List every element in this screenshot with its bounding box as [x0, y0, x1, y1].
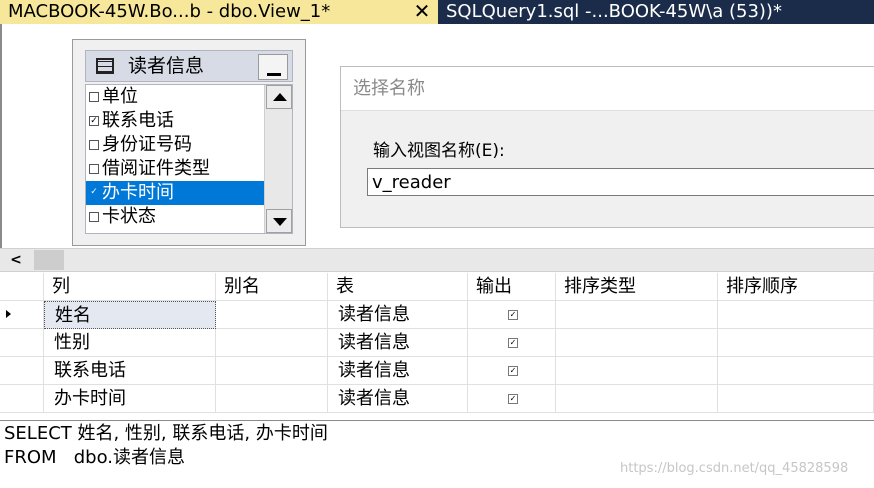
column-list-item[interactable]: 身份证号码 [86, 133, 264, 157]
table-window-header[interactable]: 读者信息 [85, 50, 293, 82]
row-selector[interactable] [0, 357, 44, 385]
table-window-title: 读者信息 [128, 55, 205, 77]
table-row[interactable]: 办卡时间 读者信息 ✓ [0, 385, 874, 413]
grid-header-column[interactable]: 列 [44, 273, 216, 301]
column-list-item-label: 身份证号码 [102, 134, 192, 155]
grid-cell-column[interactable]: 性别 [44, 329, 216, 357]
grid-header-table[interactable]: 表 [328, 273, 468, 301]
grid-cell-sort-type[interactable] [556, 385, 718, 413]
column-list-item[interactable]: ✓ 联系电话 [86, 109, 264, 133]
column-checkbox[interactable]: ✓ [89, 116, 99, 126]
grid-header-sort-order[interactable]: 排序顺序 [718, 273, 874, 301]
column-list-scrollbar[interactable] [264, 85, 292, 233]
column-list-item-label: 办卡时间 [102, 182, 174, 203]
sql-select-line: SELECT 姓名, 性别, 联系电话, 办卡时间 [4, 423, 328, 444]
grid-cell-table[interactable]: 读者信息 [328, 357, 468, 385]
grid-header-sort-type[interactable]: 排序类型 [556, 273, 718, 301]
grid-cell-table[interactable]: 读者信息 [328, 301, 468, 329]
grid-cell-sort-order[interactable] [718, 385, 874, 413]
scroll-left-icon[interactable]: < [0, 249, 32, 271]
minimize-icon [267, 73, 281, 76]
grid-cell-sort-order[interactable] [718, 301, 874, 329]
column-checkbox[interactable]: ✓ [89, 188, 99, 198]
grid-cell-column[interactable]: 姓名 [44, 301, 216, 329]
column-checkbox[interactable] [89, 164, 99, 174]
grid-cell-alias[interactable] [216, 385, 328, 413]
choose-name-dialog: 选择名称 输入视图名称(E): [340, 66, 874, 228]
tab-view-designer[interactable]: MACBOOK-45W.Bo...b - dbo.View_1* ✕ [0, 0, 438, 24]
column-list-item[interactable]: ✓ 办卡时间 [86, 181, 264, 205]
close-tab-icon[interactable]: ✕ [410, 0, 434, 24]
criteria-grid: 列别名表输出 排序类型 排序顺序 姓名 读者信息 ✓ 性别 读者信息 ✓ 联系电话 读者信息 ✓ 办卡时… [0, 273, 874, 422]
column-list-item[interactable]: 借阅证件类型 [86, 157, 264, 181]
output-checkbox[interactable]: ✓ [508, 338, 518, 348]
row-selector[interactable] [0, 329, 44, 357]
output-checkbox[interactable]: ✓ [508, 366, 518, 376]
output-checkbox[interactable]: ✓ [508, 310, 518, 320]
scroll-down-button[interactable] [266, 209, 292, 233]
table-column-list[interactable]: 卡状态 ✓ 办卡时间 借阅证件类型 身份证号码 ✓ 联系电话 单位 [85, 84, 293, 234]
table-row[interactable]: 性别 读者信息 ✓ [0, 329, 874, 357]
view-name-label: 输入视图名称(E): [373, 141, 505, 161]
arrow-down-icon [273, 218, 287, 226]
grid-header-output[interactable]: 输出 [468, 273, 556, 301]
query-designer-window: { "tabs": [ {"label": "MACBOOK-45W.Bo...… [0, 0, 874, 488]
row-selector[interactable] [0, 385, 44, 413]
sql-from-line: FROM dbo.读者信息 [4, 447, 185, 468]
grid-cell-alias[interactable] [216, 357, 328, 385]
grid-cell-output[interactable]: ✓ [468, 329, 556, 357]
grid-cell-alias[interactable] [216, 329, 328, 357]
output-checkbox[interactable]: ✓ [508, 394, 518, 404]
minimize-button[interactable] [258, 54, 288, 80]
dialog-title-bar[interactable]: 选择名称 [341, 67, 874, 111]
document-tab-strip: MACBOOK-45W.Bo...b - dbo.View_1* ✕ SQLQu… [0, 0, 874, 24]
grid-cell-sort-order[interactable] [718, 357, 874, 385]
table-grid-icon [96, 58, 114, 74]
table-window-reader-info[interactable]: 读者信息 卡状态 ✓ 办卡时间 借阅证件类型 身份证号码 ✓ 联系电话 单位 [72, 39, 306, 246]
sql-pane[interactable]: SELECT 姓名, 性别, 联系电话, 办卡时间 FROM dbo.读者信息 … [0, 421, 874, 488]
watermark-text: https://blog.csdn.net/qq_45828598 [620, 461, 849, 476]
grid-cell-output[interactable]: ✓ [468, 301, 556, 329]
column-list-item-label: 借阅证件类型 [102, 158, 210, 179]
scroll-up-button[interactable] [266, 85, 292, 109]
arrow-up-icon [273, 93, 287, 101]
grid-cell-sort-order[interactable] [718, 329, 874, 357]
diagram-horizontal-scrollbar[interactable]: < [0, 248, 874, 272]
grid-cell-output[interactable]: ✓ [468, 357, 556, 385]
grid-header-alias[interactable]: 别名 [216, 273, 328, 301]
grid-cell-alias[interactable] [216, 301, 328, 329]
scroll-thumb[interactable] [34, 250, 64, 270]
grid-cell-sort-type[interactable] [556, 357, 718, 385]
column-checkbox[interactable] [89, 212, 99, 222]
tab-sql-query[interactable]: SQLQuery1.sql -...BOOK-45W\a (53))* [438, 0, 874, 24]
column-list-item[interactable]: 单位 [86, 85, 264, 109]
dialog-title: 选择名称 [353, 78, 425, 99]
table-row[interactable]: 姓名 读者信息 ✓ [0, 301, 874, 329]
row-selector[interactable] [0, 301, 44, 329]
column-list-item-label: 联系电话 [102, 110, 174, 131]
diagram-pane: 读者信息 卡状态 ✓ 办卡时间 借阅证件类型 身份证号码 ✓ 联系电话 单位 选择名称 输入视… [0, 24, 874, 248]
current-row-icon [6, 310, 11, 318]
grid-cell-sort-type[interactable] [556, 329, 718, 357]
view-name-input[interactable] [367, 168, 874, 196]
column-checkbox[interactable] [89, 140, 99, 150]
grid-cell-table[interactable]: 读者信息 [328, 385, 468, 413]
grid-row-selector-header [0, 273, 44, 301]
grid-cell-sort-type[interactable] [556, 301, 718, 329]
column-list-item-label: 卡状态 [102, 206, 156, 227]
table-row[interactable]: 联系电话 读者信息 ✓ [0, 357, 874, 385]
column-list-item-label: 单位 [102, 86, 138, 107]
grid-cell-column[interactable]: 办卡时间 [44, 385, 216, 413]
column-list-item[interactable]: 卡状态 [86, 205, 264, 229]
tab-view-designer-label: MACBOOK-45W.Bo...b - dbo.View_1* [8, 1, 331, 22]
grid-cell-column[interactable]: 联系电话 [44, 357, 216, 385]
column-checkbox[interactable] [89, 92, 99, 102]
grid-cell-output[interactable]: ✓ [468, 385, 556, 413]
grid-cell-table[interactable]: 读者信息 [328, 329, 468, 357]
tab-sql-query-label: SQLQuery1.sql -...BOOK-45W\a (53))* [446, 1, 782, 22]
